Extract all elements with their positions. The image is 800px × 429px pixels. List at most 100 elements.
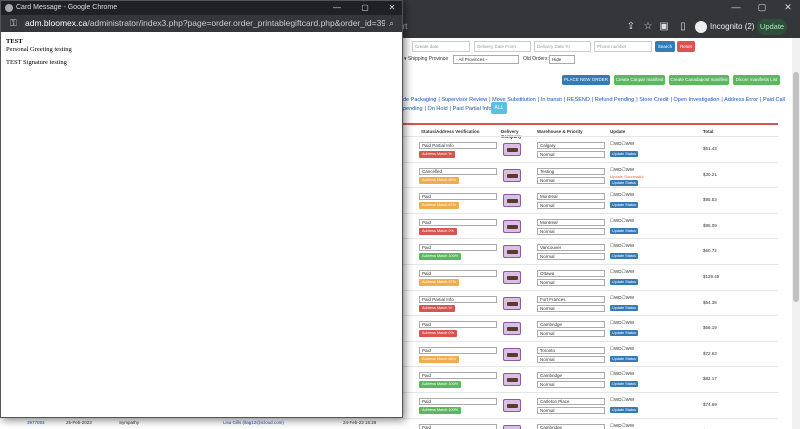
warehouse-select[interactable]: Cambridge xyxy=(537,372,605,379)
create-canadapost-manifest-button[interactable]: Create Canadapost manifest xyxy=(669,75,729,85)
delivery-truck-icon[interactable] xyxy=(503,425,521,429)
order-id-link[interactable]: 3977093 xyxy=(27,420,45,425)
status-select[interactable]: Paid xyxy=(419,424,497,429)
delivery-date-to-input[interactable]: Delivery Date To xyxy=(534,41,591,52)
priority-select[interactable]: Normal xyxy=(537,356,605,363)
place-new-order-button[interactable]: PLACE NEW ORDER xyxy=(562,75,610,85)
status-select[interactable]: Paid xyxy=(419,270,497,277)
update-status-button[interactable]: Update Status xyxy=(610,330,638,336)
wd-ww-checkboxes[interactable]: ☐WD☐WW xyxy=(610,295,634,301)
warehouse-select[interactable]: Calgary xyxy=(537,142,605,149)
site-info-icon[interactable]: ⚿ xyxy=(10,18,20,29)
priority-select[interactable]: Normal xyxy=(537,381,605,388)
warehouse-select[interactable]: Vancouver xyxy=(537,244,605,251)
status-select[interactable]: Paid xyxy=(419,193,497,200)
warehouse-select[interactable]: Montreal xyxy=(537,193,605,200)
link-resend[interactable]: RESEND xyxy=(567,97,590,103)
customer-email-link[interactable]: Lisa Gills (ltag12@icloud.com) xyxy=(223,420,284,425)
update-status-button[interactable]: Update Status xyxy=(610,228,638,234)
phone-number-input[interactable]: Phone number xyxy=(594,41,652,52)
status-select[interactable]: Paid xyxy=(419,244,497,251)
update-status-button[interactable]: Update Status xyxy=(610,305,638,311)
warehouse-select[interactable]: Toronto xyxy=(537,347,605,354)
all-button[interactable]: ALL xyxy=(491,102,507,114)
delivery-date-from-input[interactable]: Delivery Date From xyxy=(474,41,531,52)
wd-ww-checkboxes[interactable]: ☐WD☐WW xyxy=(610,371,634,377)
priority-select[interactable]: Normal xyxy=(537,253,605,260)
wd-ww-checkboxes[interactable]: ☐WD☐WW xyxy=(610,320,634,326)
delivery-truck-icon[interactable] xyxy=(503,220,521,233)
create-canpar-manifest-button[interactable]: Create Canpar manifest xyxy=(614,75,665,85)
warehouse-select[interactable]: Cambridge xyxy=(537,321,605,328)
link-refund-pending[interactable]: Refund Pending xyxy=(595,97,634,103)
delivery-truck-icon[interactable] xyxy=(503,143,521,156)
link-pending[interactable]: pending xyxy=(403,106,423,112)
link-open-investigation[interactable]: Open Investigation xyxy=(674,97,720,103)
warehouse-select[interactable]: Testing xyxy=(537,168,605,175)
warehouse-select[interactable]: Ottawa xyxy=(537,270,605,277)
update-status-button[interactable]: Update Status xyxy=(610,180,638,186)
link-supervisor-review[interactable]: Supervisor Review xyxy=(441,97,487,103)
delivery-truck-icon[interactable] xyxy=(503,399,521,412)
wd-ww-checkboxes[interactable]: ☐WD☐WW xyxy=(610,269,634,275)
share-icon[interactable]: ⇪ xyxy=(624,18,638,36)
incognito-indicator[interactable]: Incognito (2) xyxy=(695,18,754,36)
link-in-transit[interactable]: In transit xyxy=(541,97,562,103)
popup-minimize-icon[interactable]: — xyxy=(328,1,346,15)
delivery-truck-icon[interactable] xyxy=(503,194,521,207)
delivery-truck-icon[interactable] xyxy=(503,245,521,258)
link-address-error[interactable]: Address Error xyxy=(724,97,758,103)
popup-close-icon[interactable]: ✕ xyxy=(383,1,401,15)
wd-ww-checkboxes[interactable]: ☐WD☐WW xyxy=(610,346,634,352)
popup-address-bar[interactable]: ⚿ adm.bloomex.ca/administrator/index3.ph… xyxy=(1,15,402,32)
warehouse-select[interactable]: Fort Frances xyxy=(537,296,605,303)
wd-ww-checkboxes[interactable]: ☐WD☐WW xyxy=(610,167,634,173)
priority-select[interactable]: Normal xyxy=(537,151,605,158)
status-select[interactable]: Paid xyxy=(419,347,497,354)
status-select[interactable]: Cancelled xyxy=(419,168,497,175)
priority-select[interactable]: Normal xyxy=(537,407,605,414)
old-orders-select[interactable]: Hide xyxy=(549,55,575,64)
status-select[interactable]: Paid xyxy=(419,219,497,226)
popup-url[interactable]: adm.bloomex.ca/administrator/index3.php?… xyxy=(25,15,385,32)
warehouse-select[interactable]: Cambridge xyxy=(537,424,605,429)
priority-select[interactable]: Normal xyxy=(537,177,605,184)
reset-button[interactable]: Reset xyxy=(677,41,695,52)
update-status-button[interactable]: Update Status xyxy=(610,253,638,259)
search-button[interactable]: Search xyxy=(655,41,675,52)
wd-ww-checkboxes[interactable]: ☐WD☐WW xyxy=(610,192,634,198)
link-store-credit[interactable]: Store Credit xyxy=(639,97,668,103)
create-date-input[interactable]: Create date xyxy=(412,41,470,52)
update-status-button[interactable]: Update Status xyxy=(610,279,638,285)
delivery-truck-icon[interactable] xyxy=(503,271,521,284)
bookmark-star-icon[interactable]: ☆ xyxy=(641,18,655,36)
priority-select[interactable]: Normal xyxy=(537,330,605,337)
delivery-truck-icon[interactable] xyxy=(503,169,521,182)
warehouse-select[interactable]: Montreal xyxy=(537,219,605,226)
minimize-icon[interactable]: — xyxy=(725,0,747,14)
wd-ww-checkboxes[interactable]: ☐WD☐WW xyxy=(610,141,634,147)
scrollbar-thumb[interactable] xyxy=(793,72,799,302)
priority-select[interactable]: Normal xyxy=(537,228,605,235)
update-status-button[interactable]: Update Status xyxy=(610,407,638,413)
update-status-button[interactable]: Update Status xyxy=(610,151,638,157)
status-select[interactable]: Paid Partial Info xyxy=(419,296,497,303)
delivery-truck-icon[interactable] xyxy=(503,297,521,310)
dicom-manifests-list-button[interactable]: Dicom manifests List xyxy=(733,75,780,85)
update-status-button[interactable]: Update Status xyxy=(610,356,638,362)
wd-ww-checkboxes[interactable]: ☐WD☐WW xyxy=(610,218,634,224)
priority-select[interactable]: Normal xyxy=(537,305,605,312)
priority-select[interactable]: Normal xyxy=(537,279,605,286)
wd-ww-checkboxes[interactable]: ☐WD☐WW xyxy=(610,423,634,429)
link-on-hold[interactable]: On Hold xyxy=(428,106,448,112)
zoom-icon[interactable]: ⌕ xyxy=(389,18,394,29)
wd-ww-checkboxes[interactable]: ☐WD☐WW xyxy=(610,397,634,403)
status-select[interactable]: Paid xyxy=(419,321,497,328)
wd-ww-checkboxes[interactable]: ☐WD☐WW xyxy=(610,243,634,249)
delivery-truck-icon[interactable] xyxy=(503,373,521,386)
status-select[interactable]: Paid Partial Info xyxy=(419,142,497,149)
status-select[interactable]: Paid xyxy=(419,372,497,379)
extensions-icon[interactable]: ▣ xyxy=(657,18,671,36)
sidebar-icon[interactable]: ▯ xyxy=(676,18,690,36)
update-status-button[interactable]: Update Status xyxy=(610,202,638,208)
